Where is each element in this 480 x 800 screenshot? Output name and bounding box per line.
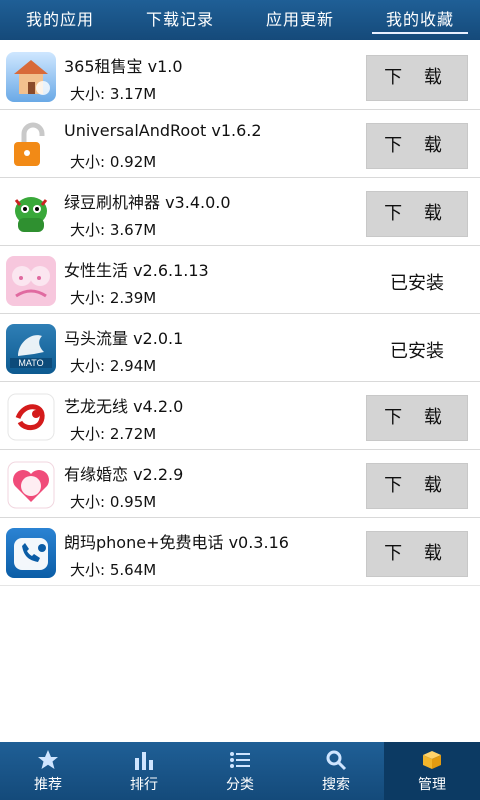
search-icon (326, 750, 347, 771)
list-item[interactable]: 女性生活 v2.6.1.13 大小: 2.39M 已安装 (0, 247, 480, 314)
app-size: 大小: 2.39M (70, 289, 157, 307)
nav-label: 搜索 (322, 777, 350, 793)
installed-status: 已安装 (390, 341, 444, 362)
app-size: 大小: 3.67M (70, 221, 157, 239)
app-size: 大小: 0.92M (70, 153, 157, 171)
app-list: 365租售宝 v1.0 大小: 3.17M 下 载 UniversalAndRo… (0, 43, 480, 587)
nav-label: 排行 (130, 777, 158, 793)
nav-category[interactable]: 分类 (192, 742, 288, 800)
list-item[interactable]: MATO 马头流量 v2.0.1 大小: 2.94M 已安装 (0, 315, 480, 382)
list-item[interactable]: 艺龙无线 v4.2.0 大小: 2.72M 下 载 (0, 383, 480, 450)
svg-text:MATO: MATO (18, 358, 43, 368)
nav-label: 分类 (226, 777, 254, 793)
elong-icon (6, 392, 56, 442)
app-title: 艺龙无线 v4.2.0 (64, 397, 184, 416)
top-tab-bar: 我的应用 下载记录 应用更新 我的收藏 (0, 0, 480, 40)
nav-ranking[interactable]: 排行 (96, 742, 192, 800)
list-item[interactable]: UniversalAndRoot v1.6.2 大小: 0.92M 下 载 (0, 111, 480, 178)
mato-icon: MATO (6, 324, 56, 374)
nav-recommend[interactable]: 推荐 (0, 742, 96, 800)
app-title: UniversalAndRoot v1.6.2 (64, 121, 262, 140)
star-icon (38, 750, 58, 769)
app-size: 大小: 0.95M (70, 493, 157, 511)
bottom-nav: 推荐 排行 分类 搜索 管理 (0, 742, 480, 800)
phone-icon (6, 528, 56, 578)
app-title: 女性生活 v2.6.1.13 (64, 261, 209, 280)
download-button[interactable]: 下 载 (366, 395, 468, 441)
list-item[interactable]: 有缘婚恋 v2.2.9 大小: 0.95M 下 载 (0, 451, 480, 518)
list-icon (230, 752, 250, 768)
app-title: 马头流量 v2.0.1 (64, 329, 184, 348)
download-button[interactable]: 下 载 (366, 531, 468, 577)
download-button[interactable]: 下 载 (366, 191, 468, 237)
list-item[interactable]: 绿豆刷机神器 v3.4.0.0 大小: 3.67M 下 载 (0, 179, 480, 246)
tab-app-updates[interactable]: 应用更新 (240, 0, 360, 40)
app-title: 绿豆刷机神器 v3.4.0.0 (64, 193, 231, 212)
tab-my-apps[interactable]: 我的应用 (0, 0, 120, 40)
android-icon (6, 188, 56, 238)
app-title: 365租售宝 v1.0 (64, 57, 183, 76)
download-button[interactable]: 下 载 (366, 55, 468, 101)
bar-chart-icon (135, 752, 153, 770)
app-title: 有缘婚恋 v2.2.9 (64, 465, 184, 484)
box-icon (423, 751, 441, 769)
installed-status: 已安装 (390, 273, 444, 294)
nav-manage[interactable]: 管理 (384, 742, 480, 800)
house-icon (6, 52, 56, 102)
app-size: 大小: 3.17M (70, 85, 157, 103)
download-button[interactable]: 下 载 (366, 123, 468, 169)
download-button[interactable]: 下 载 (366, 463, 468, 509)
nav-search[interactable]: 搜索 (288, 742, 384, 800)
lock-icon (6, 120, 56, 170)
love-icon (6, 460, 56, 510)
app-size: 大小: 5.64M (70, 561, 157, 579)
list-item[interactable]: 朗玛phone+免费电话 v0.3.16 大小: 5.64M 下 载 (0, 519, 480, 586)
nav-label: 管理 (418, 777, 446, 793)
list-item[interactable]: 365租售宝 v1.0 大小: 3.17M 下 载 (0, 43, 480, 110)
female-icon (6, 256, 56, 306)
nav-label: 推荐 (34, 777, 62, 793)
app-title: 朗玛phone+免费电话 v0.3.16 (64, 533, 289, 552)
app-size: 大小: 2.94M (70, 357, 157, 375)
tab-download-history[interactable]: 下载记录 (120, 0, 240, 40)
tab-my-favorites[interactable]: 我的收藏 (360, 0, 480, 40)
app-size: 大小: 2.72M (70, 425, 157, 443)
